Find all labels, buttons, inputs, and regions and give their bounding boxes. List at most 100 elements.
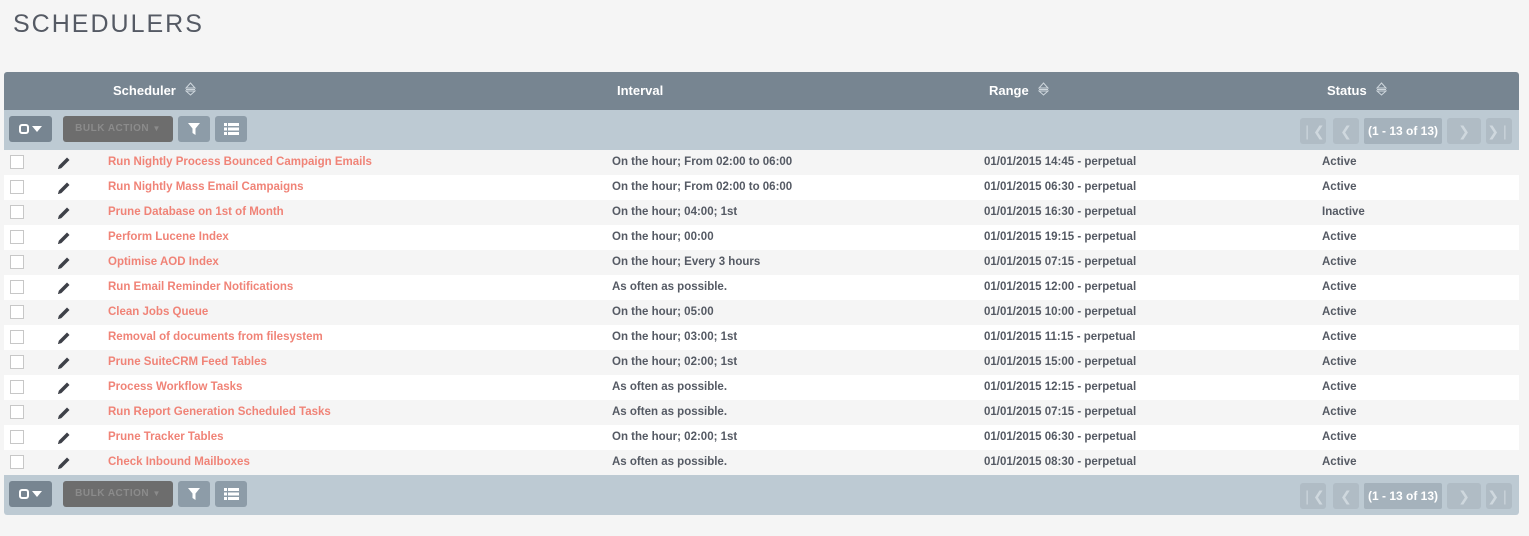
row-checkbox[interactable] <box>10 355 24 369</box>
status-cell: Active <box>1322 256 1357 268</box>
scheduler-name-link[interactable]: Removal of documents from filesystem <box>108 325 323 350</box>
previous-page-button[interactable]: ❮ <box>1333 118 1359 144</box>
filter-button[interactable] <box>178 481 210 507</box>
table-row: Run Nightly Process Bounced Campaign Ema… <box>4 150 1519 175</box>
pencil-icon[interactable] <box>56 280 72 296</box>
range-cell: 01/01/2015 16:30 - perpetual <box>984 206 1137 218</box>
table-row: Clean Jobs Queue On the hour; 05:00 01/01/… <box>4 300 1519 325</box>
pencil-icon[interactable] <box>56 205 72 221</box>
scheduler-name-link[interactable]: Run Nightly Mass Email Campaigns <box>108 175 304 200</box>
pencil-icon[interactable] <box>56 330 72 346</box>
status-cell: Active <box>1322 456 1357 468</box>
pencil-icon[interactable] <box>56 405 72 421</box>
chevron-down-icon <box>32 491 42 497</box>
interval-cell: On the hour; Every 3 hours <box>612 256 761 268</box>
list-columns-icon <box>223 488 239 500</box>
range-cell: 01/01/2015 07:15 - perpetual <box>984 406 1137 418</box>
table-row: Run Email Reminder Notifications As often… <box>4 275 1519 300</box>
row-checkbox[interactable] <box>10 405 24 419</box>
row-checkbox[interactable] <box>10 255 24 269</box>
top-action-bar: BULK ACTION ▼ ❘❮ ❮ (1 - 13 of 13) ❯ ❯❘ <box>4 110 1519 150</box>
status-cell: Active <box>1322 406 1357 418</box>
scheduler-name-link[interactable]: Prune Tracker Tables <box>108 425 223 450</box>
range-cell: 01/01/2015 06:30 - perpetual <box>984 181 1137 193</box>
caret-down-icon: ▼ <box>152 124 161 133</box>
next-page-icon: ❯ <box>1458 122 1470 139</box>
scheduler-name-link[interactable]: Prune SuiteCRM Feed Tables <box>108 350 267 375</box>
bulk-action-label: BULK ACTION <box>75 123 150 134</box>
scheduler-name-link[interactable]: Run Email Reminder Notifications <box>108 275 293 300</box>
column-header-label: Status <box>1327 83 1367 98</box>
bulk-action-label: BULK ACTION <box>75 488 150 499</box>
table-row: Perform Lucene Index On the hour; 00:00 01… <box>4 225 1519 250</box>
column-chooser-button[interactable] <box>215 481 247 507</box>
column-header-label: Range <box>989 83 1029 98</box>
table-row: Prune Tracker Tables On the hour; 02:00; … <box>4 425 1519 450</box>
row-checkbox[interactable] <box>10 280 24 294</box>
row-checkbox[interactable] <box>10 330 24 344</box>
row-checkbox[interactable] <box>10 230 24 244</box>
bulk-action-button[interactable]: BULK ACTION ▼ <box>63 481 173 507</box>
scheduler-name-link[interactable]: Run Nightly Process Bounced Campaign Ema… <box>108 150 372 175</box>
status-cell: Active <box>1322 431 1357 443</box>
next-page-button[interactable]: ❯ <box>1447 118 1481 144</box>
table-row: Check Inbound Mailboxes As often as possi… <box>4 450 1519 475</box>
pencil-icon[interactable] <box>56 380 72 396</box>
table-header: Scheduler Interval Range Status <box>4 72 1519 110</box>
scheduler-name-link[interactable]: Optimise AOD Index <box>108 250 219 275</box>
pencil-icon[interactable] <box>56 430 72 446</box>
first-page-button[interactable]: ❘❮ <box>1300 483 1326 509</box>
scheduler-name-link[interactable]: Clean Jobs Queue <box>108 300 208 325</box>
sort-icon[interactable] <box>184 82 196 96</box>
row-checkbox[interactable] <box>10 155 24 169</box>
row-checkbox[interactable] <box>10 305 24 319</box>
pencil-icon[interactable] <box>56 305 72 321</box>
filter-button[interactable] <box>178 116 210 142</box>
next-page-button[interactable]: ❯ <box>1447 483 1481 509</box>
scheduler-name-link[interactable]: Prune Database on 1st of Month <box>108 200 284 225</box>
row-checkbox[interactable] <box>10 380 24 394</box>
select-all-dropdown[interactable] <box>9 481 52 507</box>
page-title: SCHEDULERS <box>13 10 204 38</box>
status-cell: Active <box>1322 156 1357 168</box>
filter-icon <box>188 122 200 135</box>
filter-icon <box>188 487 200 500</box>
table-row: Removal of documents from filesystem On t… <box>4 325 1519 350</box>
column-header-label: Scheduler <box>113 83 176 98</box>
scheduler-name-link[interactable]: Check Inbound Mailboxes <box>108 450 250 475</box>
pencil-icon[interactable] <box>56 230 72 246</box>
pagination-count: (1 - 13 of 13) <box>1364 483 1442 509</box>
scheduler-name-link[interactable]: Process Workflow Tasks <box>108 375 242 400</box>
last-page-button[interactable]: ❯❘ <box>1486 483 1512 509</box>
column-header-status[interactable]: Status <box>1327 72 1387 110</box>
bulk-action-button[interactable]: BULK ACTION ▼ <box>63 116 173 142</box>
column-header-range[interactable]: Range <box>989 72 1049 110</box>
first-page-button[interactable]: ❘❮ <box>1300 118 1326 144</box>
pencil-icon[interactable] <box>56 255 72 271</box>
previous-page-button[interactable]: ❮ <box>1333 483 1359 509</box>
select-all-dropdown[interactable] <box>9 116 52 142</box>
range-cell: 01/01/2015 12:00 - perpetual <box>984 281 1137 293</box>
table-row: Run Report Generation Scheduled Tasks As … <box>4 400 1519 425</box>
column-header-scheduler[interactable]: Scheduler <box>113 72 196 110</box>
last-page-button[interactable]: ❯❘ <box>1486 118 1512 144</box>
row-checkbox[interactable] <box>10 455 24 469</box>
range-cell: 01/01/2015 11:15 - perpetual <box>984 331 1136 343</box>
row-checkbox[interactable] <box>10 205 24 219</box>
column-chooser-button[interactable] <box>215 116 247 142</box>
interval-cell: On the hour; 02:00; 1st <box>612 356 738 368</box>
pencil-icon[interactable] <box>56 355 72 371</box>
row-checkbox[interactable] <box>10 180 24 194</box>
sort-icon[interactable] <box>1375 82 1387 96</box>
checkbox-dropdown-icon <box>19 489 29 499</box>
first-page-icon: ❘❮ <box>1301 487 1325 504</box>
row-checkbox[interactable] <box>10 430 24 444</box>
sort-icon[interactable] <box>1037 82 1049 96</box>
pencil-icon[interactable] <box>56 180 72 196</box>
status-cell: Active <box>1322 306 1357 318</box>
pencil-icon[interactable] <box>56 455 72 471</box>
scheduler-name-link[interactable]: Perform Lucene Index <box>108 225 229 250</box>
range-cell: 01/01/2015 10:00 - perpetual <box>984 306 1137 318</box>
pencil-icon[interactable] <box>56 155 72 171</box>
scheduler-name-link[interactable]: Run Report Generation Scheduled Tasks <box>108 400 331 425</box>
